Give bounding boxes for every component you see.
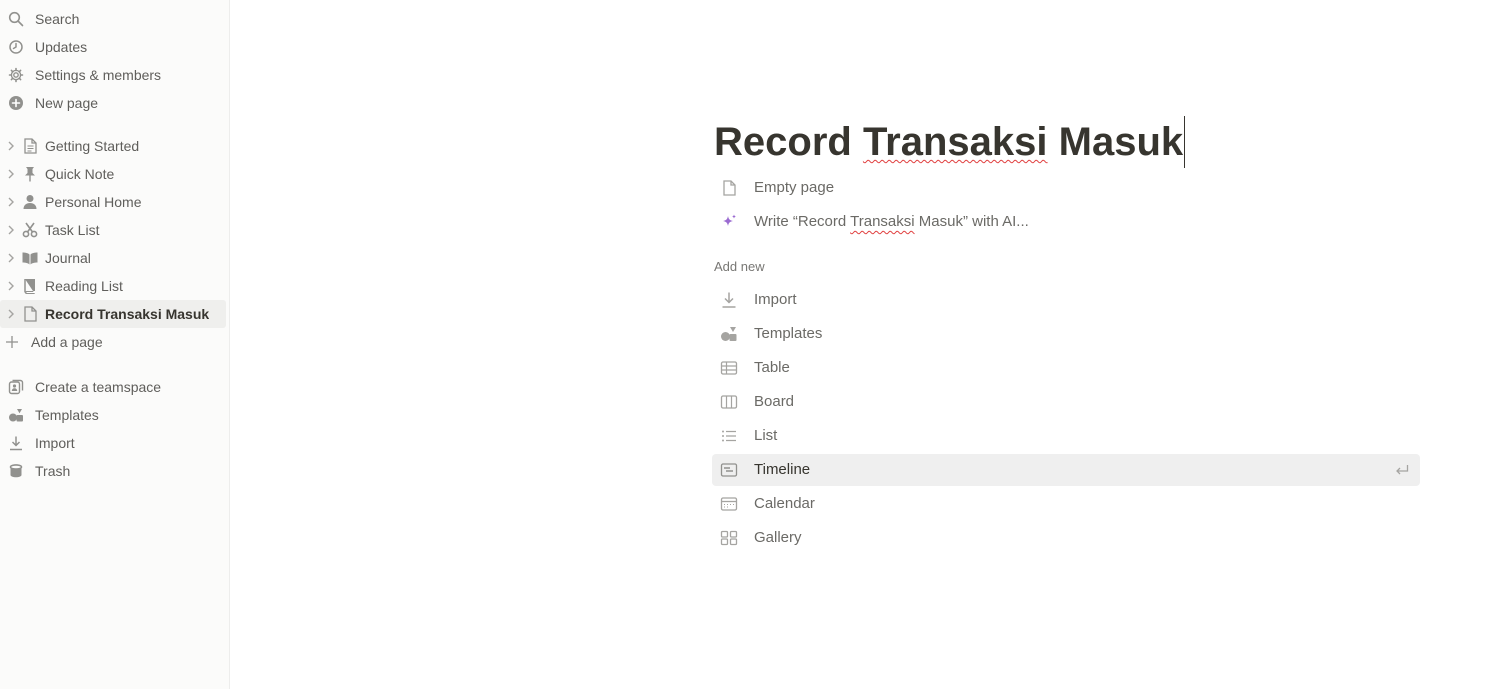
empty-page-option[interactable]: Empty page bbox=[712, 172, 1420, 204]
sidebar-updates[interactable]: Updates bbox=[0, 33, 226, 61]
ai-text-part: Write “Record bbox=[754, 213, 851, 230]
add-new-list-label: List bbox=[754, 427, 778, 444]
add-new-calendar-label: Calendar bbox=[754, 495, 815, 512]
empty-page-label: Empty page bbox=[754, 179, 835, 196]
sidebar-settings[interactable]: Settings & members bbox=[0, 61, 226, 89]
chevron-right-icon[interactable] bbox=[5, 223, 17, 237]
sidebar: Search Updates Settings & members New pa… bbox=[0, 0, 230, 689]
sidebar-item-label: Getting Started bbox=[45, 138, 140, 154]
add-new-templates[interactable]: Templates bbox=[712, 318, 1420, 350]
sidebar-item-task-list[interactable]: Task List bbox=[0, 216, 226, 244]
add-new-gallery-label: Gallery bbox=[754, 529, 802, 546]
timeline-icon bbox=[720, 461, 738, 479]
chevron-right-icon[interactable] bbox=[5, 167, 17, 181]
sidebar-trash[interactable]: Trash bbox=[0, 457, 226, 485]
trash-icon bbox=[8, 463, 24, 479]
chevron-right-icon[interactable] bbox=[5, 195, 17, 209]
sidebar-settings-label: Settings & members bbox=[35, 67, 162, 83]
sidebar-item-reading-list[interactable]: Reading List bbox=[0, 272, 226, 300]
chevron-right-icon[interactable] bbox=[5, 307, 17, 321]
download-icon bbox=[8, 435, 24, 451]
sidebar-import-label: Import bbox=[35, 435, 75, 451]
plus-circle-icon bbox=[8, 95, 24, 111]
page-title-part: Masuk bbox=[1047, 120, 1184, 164]
sidebar-item-quick-note[interactable]: Quick Note bbox=[0, 160, 226, 188]
pin-icon bbox=[21, 165, 39, 183]
ai-text-part: Masuk” with AI... bbox=[914, 213, 1029, 230]
scissors-icon bbox=[21, 221, 39, 239]
sidebar-item-label: Task List bbox=[45, 222, 100, 238]
sidebar-item-getting-started[interactable]: Getting Started bbox=[0, 132, 226, 160]
page-icon bbox=[21, 305, 39, 323]
enter-key-icon bbox=[1394, 462, 1410, 478]
list-icon bbox=[720, 427, 738, 445]
add-page-label: Add a page bbox=[31, 334, 103, 350]
page-title-part: Record bbox=[714, 120, 863, 164]
book-icon bbox=[21, 277, 39, 295]
sidebar-item-label: Personal Home bbox=[45, 194, 142, 210]
add-new-calendar[interactable]: Calendar bbox=[712, 488, 1420, 520]
sidebar-item-label: Journal bbox=[45, 250, 91, 266]
plus-icon bbox=[5, 335, 19, 349]
add-new-timeline-label: Timeline bbox=[754, 461, 811, 478]
sidebar-search-label: Search bbox=[35, 11, 80, 27]
sidebar-item-label: Record Transaksi Masuk bbox=[45, 306, 210, 322]
page-icon bbox=[21, 137, 39, 155]
add-new-gallery[interactable]: Gallery bbox=[712, 522, 1420, 554]
sidebar-new-page-label: New page bbox=[35, 95, 99, 111]
add-new-list[interactable]: List bbox=[712, 420, 1420, 452]
page-title[interactable]: Record Transaksi Masuk bbox=[714, 116, 1186, 168]
add-new-board[interactable]: Board bbox=[712, 386, 1420, 418]
sidebar-create-teamspace-label: Create a teamspace bbox=[35, 379, 162, 395]
add-new-board-label: Board bbox=[754, 393, 795, 410]
add-new-timeline[interactable]: Timeline bbox=[712, 454, 1420, 486]
add-new-table-label: Table bbox=[754, 359, 790, 376]
add-page-button[interactable]: Add a page bbox=[0, 328, 226, 356]
calendar-icon bbox=[720, 495, 738, 513]
person-icon bbox=[21, 193, 39, 211]
add-new-import[interactable]: Import bbox=[712, 284, 1420, 316]
board-icon bbox=[720, 393, 738, 411]
page-title-part: Transaksi bbox=[862, 120, 1048, 164]
text-cursor bbox=[1184, 116, 1186, 168]
table-icon bbox=[720, 359, 738, 377]
ai-text-part: Transaksi bbox=[850, 213, 915, 230]
sidebar-item-label: Quick Note bbox=[45, 166, 115, 182]
gallery-icon bbox=[720, 529, 738, 547]
chevron-right-icon[interactable] bbox=[5, 251, 17, 265]
write-with-ai-option[interactable]: Write “Record Transaksi Masuk” with AI..… bbox=[712, 206, 1420, 238]
book-open-icon bbox=[21, 249, 39, 267]
sidebar-item-label: Reading List bbox=[45, 278, 123, 294]
sidebar-create-teamspace[interactable]: Create a teamspace bbox=[0, 373, 226, 401]
chevron-right-icon[interactable] bbox=[5, 279, 17, 293]
shapes-icon bbox=[720, 325, 738, 343]
add-new-templates-label: Templates bbox=[754, 325, 823, 342]
teamspace-icon bbox=[8, 379, 24, 395]
sparkle-icon bbox=[720, 213, 738, 231]
write-with-ai-label: Write “Record Transaksi Masuk” with AI..… bbox=[754, 213, 1029, 231]
chevron-right-icon[interactable] bbox=[5, 139, 17, 153]
sidebar-search[interactable]: Search bbox=[0, 5, 226, 33]
add-new-import-label: Import bbox=[754, 291, 797, 308]
gear-icon bbox=[8, 67, 24, 83]
sidebar-item-record-transaksi-masuk[interactable]: Record Transaksi Masuk bbox=[0, 300, 226, 328]
page-icon bbox=[720, 179, 738, 197]
download-icon bbox=[720, 291, 738, 309]
sidebar-templates-label: Templates bbox=[35, 407, 99, 423]
search-icon bbox=[8, 11, 24, 27]
sidebar-trash-label: Trash bbox=[35, 463, 71, 479]
add-new-heading: Add new bbox=[714, 259, 765, 274]
sidebar-item-journal[interactable]: Journal bbox=[0, 244, 226, 272]
add-new-table[interactable]: Table bbox=[712, 352, 1420, 384]
sidebar-item-personal-home[interactable]: Personal Home bbox=[0, 188, 226, 216]
sidebar-new-page[interactable]: New page bbox=[0, 89, 226, 117]
shapes-icon bbox=[8, 407, 24, 423]
sidebar-updates-label: Updates bbox=[35, 39, 88, 55]
page-content: Record Transaksi Masuk Empty page Write … bbox=[231, 0, 1486, 689]
clock-icon bbox=[8, 39, 24, 55]
sidebar-templates[interactable]: Templates bbox=[0, 401, 226, 429]
sidebar-import[interactable]: Import bbox=[0, 429, 226, 457]
